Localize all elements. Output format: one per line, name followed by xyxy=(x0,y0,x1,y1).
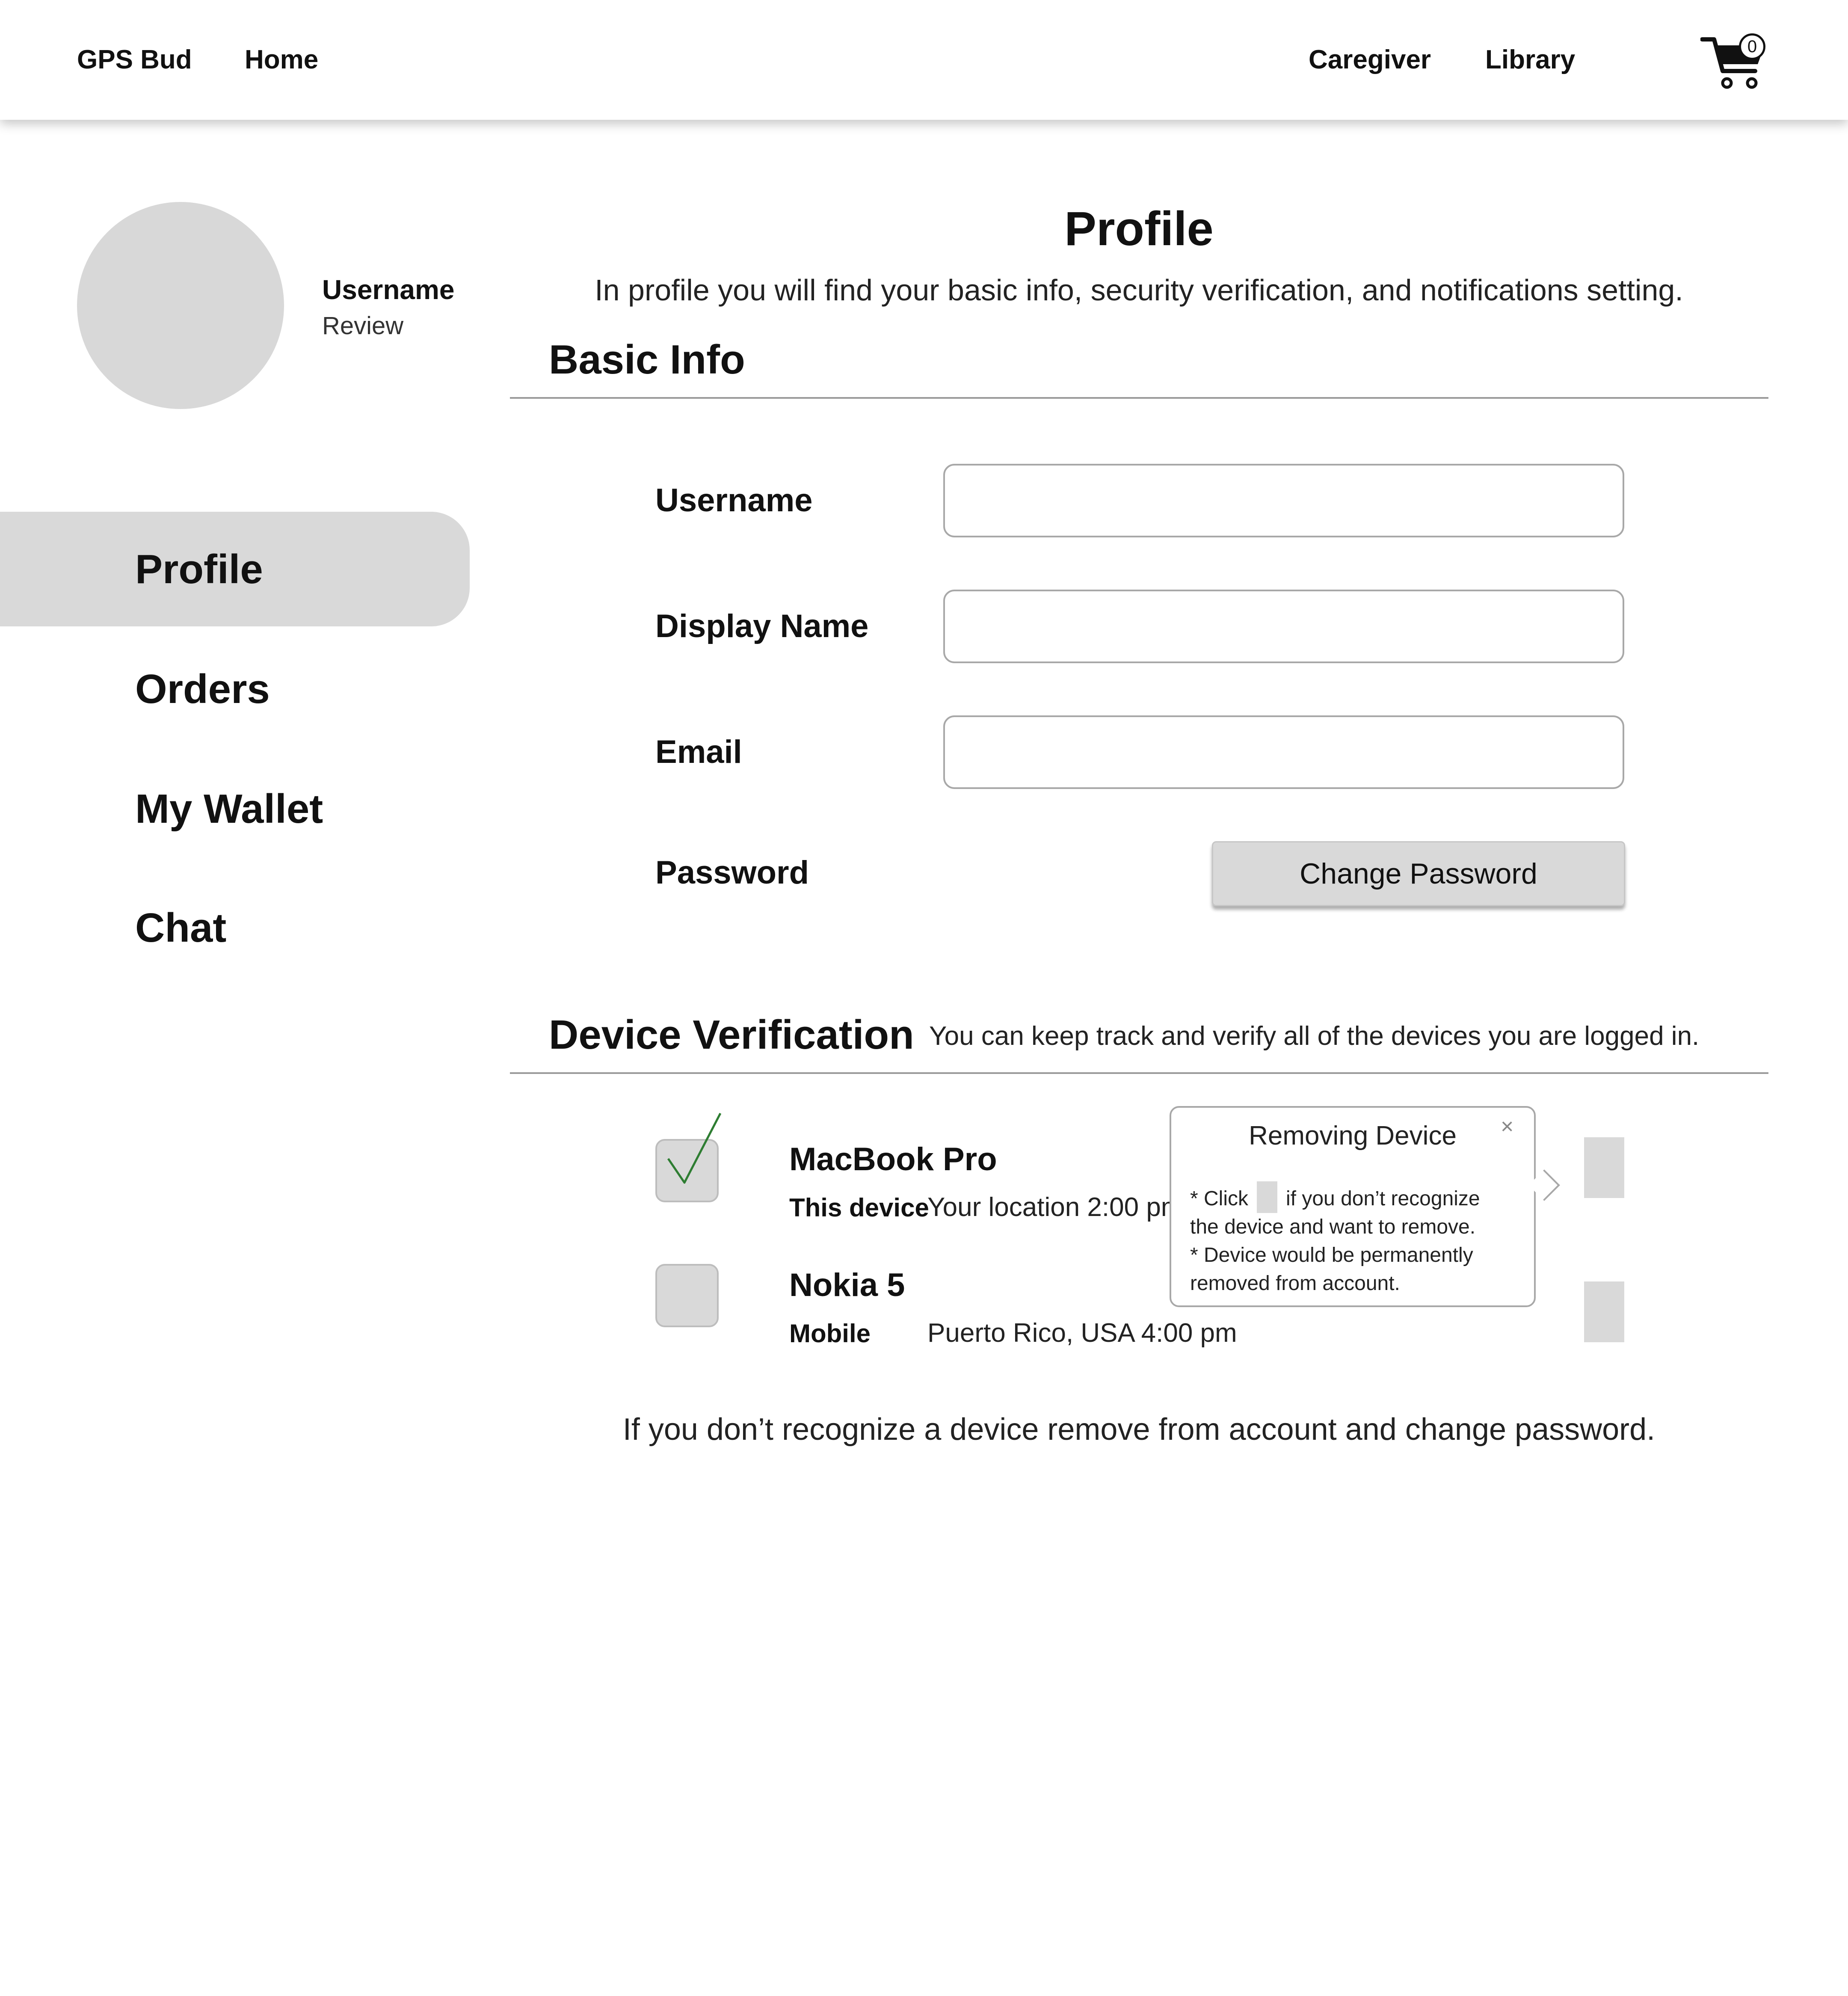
display-name-input[interactable] xyxy=(943,590,1624,663)
nav-home-link[interactable]: Home xyxy=(245,44,318,75)
popover-body: * Click if you don’t recognize the device… xyxy=(1190,1181,1524,1298)
username-input[interactable] xyxy=(943,464,1624,537)
basic-info-title: Basic Info xyxy=(549,337,745,383)
email-label: Email xyxy=(655,734,742,770)
remove-device-button-nokia[interactable] xyxy=(1584,1281,1624,1342)
sidebar-item-chat[interactable]: Chat xyxy=(135,905,226,952)
nav-library-link[interactable]: Library xyxy=(1485,44,1575,75)
top-nav: GPS Bud Home Caregiver Library 0 xyxy=(0,0,1848,120)
device-details-macbook: Your location 2:00 pm xyxy=(927,1192,1171,1222)
close-icon[interactable]: × xyxy=(1501,1114,1513,1139)
popover-arrow xyxy=(1528,1169,1560,1201)
sidebar-username: Username xyxy=(322,274,455,305)
sidebar-item-my-wallet[interactable]: My Wallet xyxy=(135,786,323,833)
popover-line1-end: if you don’t recognize xyxy=(1286,1187,1480,1210)
footer-note: If you don’t recognize a device remove f… xyxy=(622,1412,1656,1447)
page-subtitle: In profile you will find your basic info… xyxy=(595,273,1683,307)
sidebar-item-profile[interactable]: Profile xyxy=(135,546,263,593)
change-password-button[interactable]: Change Password xyxy=(1212,841,1625,906)
popover-line2: the device and want to remove. xyxy=(1190,1216,1476,1238)
device-checkbox-nokia[interactable] xyxy=(655,1264,719,1327)
popover-line1-start: * Click xyxy=(1190,1187,1249,1210)
sidebar-item-orders[interactable]: Orders xyxy=(135,666,270,713)
avatar xyxy=(77,202,284,409)
remove-box-sample-icon xyxy=(1257,1181,1278,1213)
popover-line3: * Device would be permanently xyxy=(1190,1244,1473,1266)
sidebar-review-link[interactable]: Review xyxy=(322,311,403,340)
nav-caregiver-link[interactable]: Caregiver xyxy=(1309,44,1431,75)
device-verification-description: You can keep track and verify all of the… xyxy=(929,1021,1700,1051)
email-input[interactable] xyxy=(943,715,1624,789)
brand-link[interactable]: GPS Bud xyxy=(77,44,192,75)
remove-device-button-macbook[interactable] xyxy=(1584,1137,1624,1198)
device-name-macbook: MacBook Pro xyxy=(789,1141,997,1177)
removing-device-popover: Removing Device × * Click if you don’t re… xyxy=(1170,1106,1560,1307)
checkmark-icon xyxy=(667,1112,722,1184)
display-name-label: Display Name xyxy=(655,608,869,644)
popover-line4: removed from account. xyxy=(1190,1272,1400,1295)
device-type-nokia: Mobile xyxy=(789,1319,871,1348)
device-verification-divider xyxy=(510,1072,1768,1074)
device-type-macbook: This device xyxy=(789,1193,929,1222)
popover-title: Removing Device xyxy=(1249,1121,1457,1151)
page-title: Profile xyxy=(1064,202,1214,255)
device-details-nokia: Puerto Rico, USA 4:00 pm xyxy=(927,1318,1237,1348)
device-verification-title: Device Verification xyxy=(549,1012,914,1058)
device-name-nokia: Nokia 5 xyxy=(789,1267,905,1303)
password-label: Password xyxy=(655,854,809,891)
username-label: Username xyxy=(655,482,813,519)
cart-count-badge: 0 xyxy=(1739,33,1765,60)
basic-info-divider xyxy=(510,397,1768,399)
